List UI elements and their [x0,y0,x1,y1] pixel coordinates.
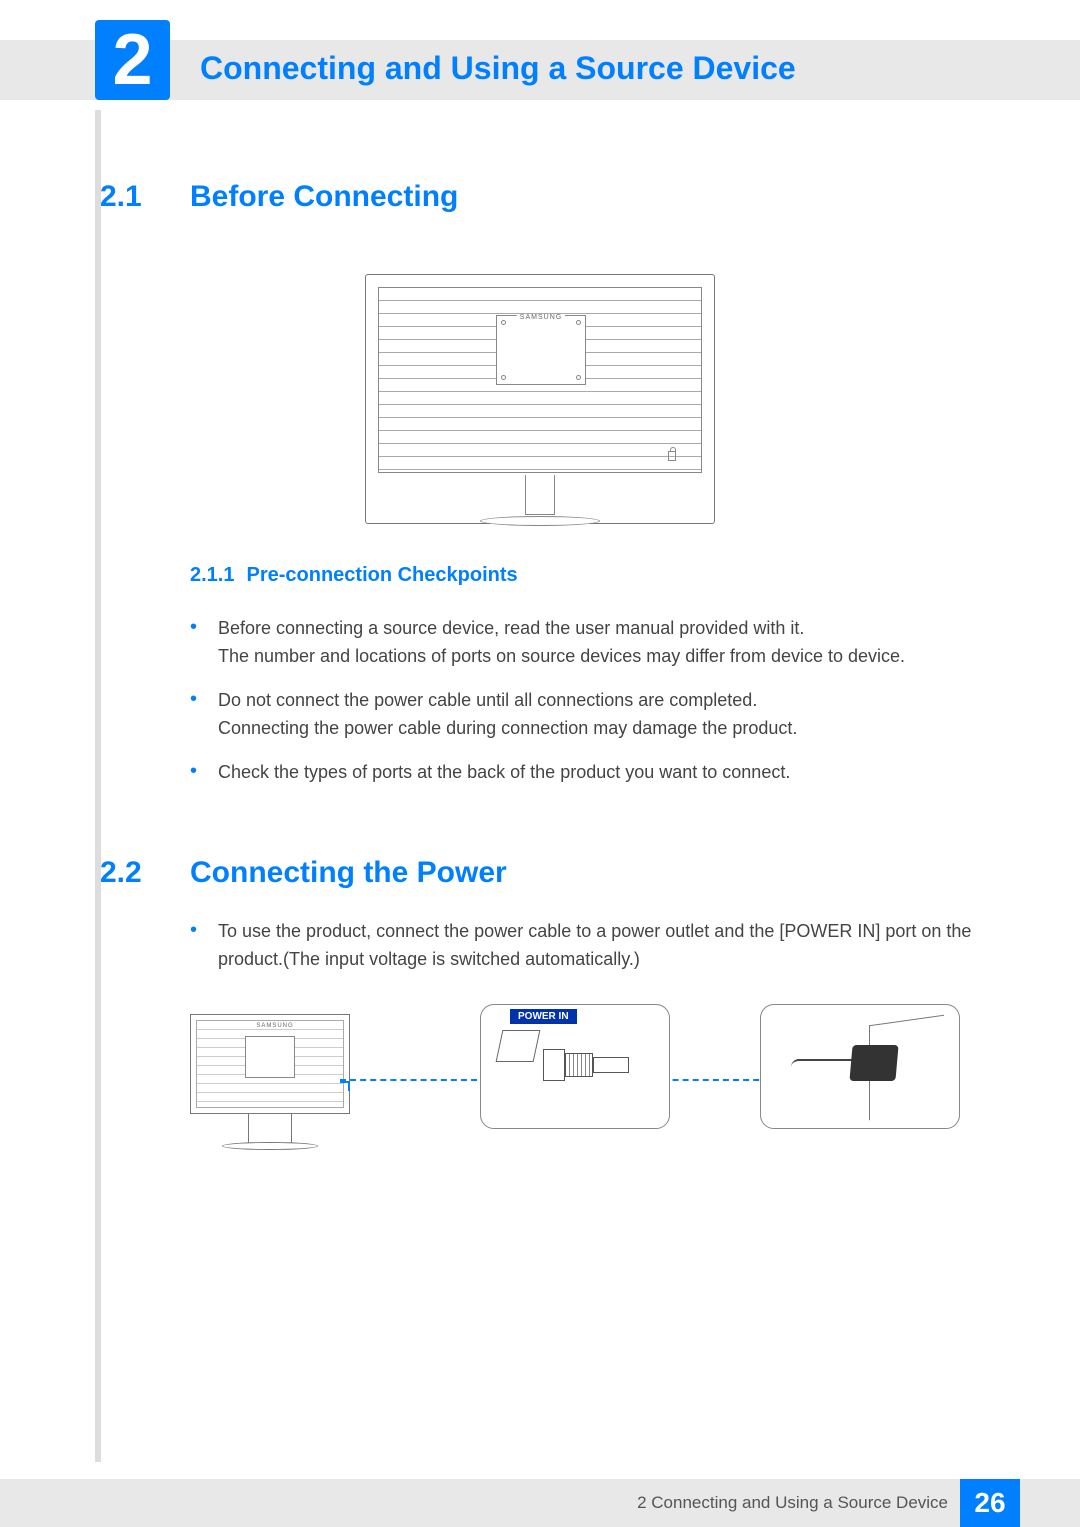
chapter-number-box: 2 [95,20,170,100]
power-in-label: POWER IN [510,1009,577,1024]
power-connection-illustration: SAMSUNG POWER IN [190,1004,960,1174]
power-in-socket-icon [496,1030,541,1062]
page-footer: 2 Connecting and Using a Source Device 2… [0,1479,1080,1527]
page-number: 26 [960,1479,1020,1527]
list-item: • Before connecting a source device, rea… [190,615,980,671]
section-title: Before Connecting [190,180,458,214]
monitor-icon: SAMSUNG [190,1014,360,1154]
list-item-text: To use the product, connect the power ca… [218,918,980,974]
kensington-lock-icon [668,451,676,461]
subsection-2-1-1-heading: 2.1.1 Pre-connection Checkpoints [190,564,980,587]
list-item: • Do not connect the power cable until a… [190,687,980,743]
brand-label: SAMSUNG [517,314,565,321]
wall-outlet-panel [760,1004,960,1129]
section-number: 2.1 [100,180,190,214]
subsection-title: Pre-connection Checkpoints [246,564,517,587]
power-list: • To use the product, connect the power … [190,918,980,974]
bullet-icon: • [190,687,218,743]
monitor-rear-illustration: SAMSUNG [365,274,715,524]
brand-label: SAMSUNG [254,1023,295,1029]
list-item-text: Do not connect the power cable until all… [218,687,980,743]
power-cable-plug-icon [543,1047,633,1083]
bullet-icon: • [190,759,218,787]
list-item: • Check the types of ports at the back o… [190,759,980,787]
section-number: 2.2 [100,856,190,890]
footer-text: 2 Connecting and Using a Source Device [637,1493,948,1513]
chapter-title: Connecting and Using a Source Device [200,50,796,87]
section-2-2-heading: 2.2 Connecting the Power [100,856,980,890]
bullet-icon: • [190,615,218,671]
list-item: • To use the product, connect the power … [190,918,980,974]
bullet-icon: • [190,918,218,974]
list-item-text: Check the types of ports at the back of … [218,759,980,787]
subsection-number: 2.1.1 [190,564,234,587]
wall-plug-icon [821,1045,901,1085]
section-2-1-heading: 2.1 Before Connecting [100,180,980,214]
list-item-text: Before connecting a source device, read … [218,615,980,671]
section-title: Connecting the Power [190,856,507,890]
page-content: 2.1 Before Connecting SAMSUNG 2.1.1 Pre-… [100,180,980,1174]
checkpoints-list: • Before connecting a source device, rea… [190,615,980,786]
